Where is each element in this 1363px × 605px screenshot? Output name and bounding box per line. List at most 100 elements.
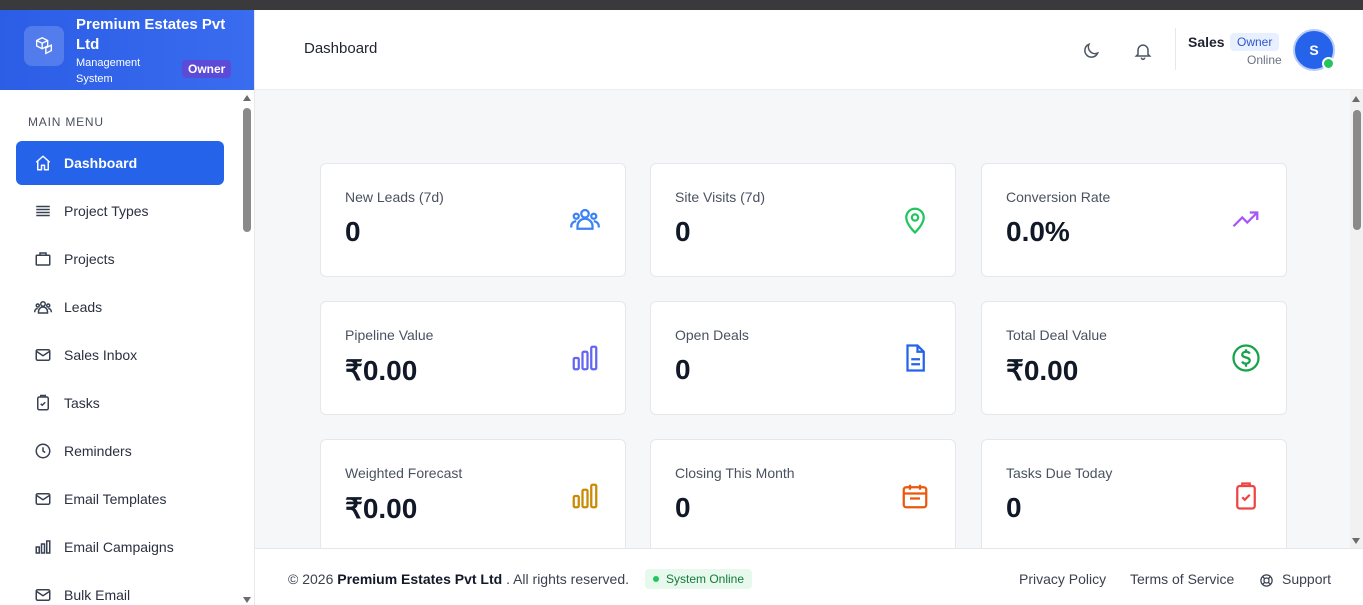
sidebar-item-reminders[interactable]: Reminders xyxy=(16,429,224,473)
stat-label: Site Visits (7d) xyxy=(675,189,765,205)
sidebar-item-tasks[interactable]: Tasks xyxy=(16,381,224,425)
sidebar-item-sales-inbox[interactable]: Sales Inbox xyxy=(16,333,224,377)
copyright-prefix: © 2026 xyxy=(288,571,334,587)
sidebar-item-label: Tasks xyxy=(64,395,100,411)
scroll-up-arrow-icon[interactable] xyxy=(243,95,251,101)
page-title: Dashboard xyxy=(304,40,378,57)
stat-value: ₹0.00 xyxy=(1006,355,1079,386)
top-header: Dashboard Sales Owner Online S xyxy=(255,10,1363,90)
mail-icon xyxy=(34,586,52,604)
stat-value: 0 xyxy=(675,492,691,523)
sidebar-item-label: Leads xyxy=(64,299,103,315)
mail-icon xyxy=(34,346,52,364)
system-status-text: System Online xyxy=(666,572,745,586)
sidebar-item-label: Email Campaigns xyxy=(64,539,174,555)
sidebar-item-label: Project Types xyxy=(64,203,149,219)
stat-value: 0 xyxy=(675,354,691,385)
brand-logo-icon xyxy=(24,26,64,66)
sidebar-item-projects[interactable]: Projects xyxy=(16,237,224,281)
dark-mode-toggle-icon[interactable] xyxy=(1080,40,1102,62)
support-link[interactable]: Support xyxy=(1282,571,1331,587)
brand-role-badge: Owner xyxy=(182,60,232,78)
scroll-down-arrow-icon[interactable] xyxy=(243,597,251,603)
user-status: Online xyxy=(1247,53,1282,67)
stat-label: Closing This Month xyxy=(675,465,795,481)
stat-value: 0.0% xyxy=(1006,216,1070,247)
sidebar-item-dashboard[interactable]: Dashboard xyxy=(16,141,224,185)
sidebar-item-label: Dashboard xyxy=(64,155,138,171)
stat-card-pipeline-value[interactable]: Pipeline Value ₹0.00 xyxy=(320,301,626,415)
calendar-icon xyxy=(899,480,931,512)
main-scrollbar[interactable] xyxy=(1350,90,1363,548)
clipboard-check-icon xyxy=(34,394,52,412)
trending-up-icon xyxy=(1230,204,1262,236)
list-icon xyxy=(34,202,52,220)
scroll-down-arrow-icon[interactable] xyxy=(1352,538,1360,544)
sidebar-item-email-templates[interactable]: Email Templates xyxy=(16,477,224,521)
stat-card-weighted-forecast[interactable]: Weighted Forecast ₹0.00 xyxy=(320,439,626,548)
users-icon xyxy=(569,204,601,236)
user-role-badge: Owner xyxy=(1230,33,1280,51)
brand-header: Premium Estates Pvt Ltd Management Syste… xyxy=(0,10,254,90)
footer-copyright: © 2026 Premium Estates Pvt Ltd . All rig… xyxy=(288,571,629,587)
stat-card-tasks-due-today[interactable]: Tasks Due Today 0 xyxy=(981,439,1287,548)
dollar-circle-icon xyxy=(1230,342,1262,374)
sidebar-item-email-campaigns[interactable]: Email Campaigns xyxy=(16,525,224,569)
scroll-up-arrow-icon[interactable] xyxy=(1352,96,1360,102)
online-status-dot xyxy=(1322,57,1335,70)
sidebar-item-bulk-email[interactable]: Bulk Email xyxy=(16,573,224,605)
stat-value: ₹0.00 xyxy=(345,493,418,524)
stat-value: 0 xyxy=(675,216,691,247)
sidebar-item-label: Reminders xyxy=(64,443,132,459)
stat-value: ₹0.00 xyxy=(345,355,418,386)
support-icon[interactable] xyxy=(1259,573,1274,591)
bar-chart-icon xyxy=(569,342,601,374)
stat-card-new-leads[interactable]: New Leads (7d) 0 xyxy=(320,163,626,277)
stat-label: Tasks Due Today xyxy=(1006,465,1113,481)
notifications-bell-icon[interactable] xyxy=(1132,40,1154,62)
document-icon xyxy=(899,342,931,374)
scrollbar-thumb[interactable] xyxy=(243,108,251,232)
stat-card-open-deals[interactable]: Open Deals 0 xyxy=(650,301,956,415)
clock-icon xyxy=(34,442,52,460)
privacy-policy-link[interactable]: Privacy Policy xyxy=(1019,571,1106,587)
header-divider xyxy=(1175,28,1176,70)
stat-label: Pipeline Value xyxy=(345,327,434,343)
brand-subtitle: Management System xyxy=(76,57,141,85)
home-icon xyxy=(34,154,52,172)
sidebar-item-label: Email Templates xyxy=(64,491,167,507)
stat-label: Open Deals xyxy=(675,327,749,343)
stat-card-total-deal-value[interactable]: Total Deal Value ₹0.00 xyxy=(981,301,1287,415)
stat-card-site-visits[interactable]: Site Visits (7d) 0 xyxy=(650,163,956,277)
users-icon xyxy=(34,298,52,316)
sidebar: Premium Estates Pvt Ltd Management Syste… xyxy=(0,10,255,605)
sidebar-item-label: Sales Inbox xyxy=(64,347,138,363)
sidebar-item-project-types[interactable]: Project Types xyxy=(16,189,224,233)
stat-value: 0 xyxy=(1006,492,1022,523)
briefcase-icon xyxy=(34,250,52,268)
copyright-suffix: . All rights reserved. xyxy=(506,571,630,587)
menu-section-title: MAIN MENU xyxy=(28,115,104,129)
copyright-company: Premium Estates Pvt Ltd xyxy=(337,571,503,587)
sidebar-item-label: Projects xyxy=(64,251,115,267)
stat-label: Weighted Forecast xyxy=(345,465,463,481)
terms-of-service-link[interactable]: Terms of Service xyxy=(1130,571,1234,587)
sidebar-scrollbar[interactable] xyxy=(242,92,252,605)
stat-card-closing-this-month[interactable]: Closing This Month 0 xyxy=(650,439,956,548)
bar-chart-icon xyxy=(569,480,601,512)
mail-icon xyxy=(34,490,52,508)
stat-label: New Leads (7d) xyxy=(345,189,444,205)
footer: © 2026 Premium Estates Pvt Ltd . All rig… xyxy=(255,548,1363,605)
sidebar-menu: Dashboard Project Types Projects Leads S… xyxy=(16,141,224,605)
clipboard-check-icon xyxy=(1230,480,1262,512)
sidebar-item-leads[interactable]: Leads xyxy=(16,285,224,329)
status-dot-icon xyxy=(653,576,659,582)
bar-chart-icon xyxy=(34,538,52,556)
stat-value: 0 xyxy=(345,216,361,247)
user-name: Sales xyxy=(1188,34,1225,50)
system-status-badge: System Online xyxy=(645,569,753,589)
scrollbar-thumb[interactable] xyxy=(1353,110,1361,230)
stat-card-conversion-rate[interactable]: Conversion Rate 0.0% xyxy=(981,163,1287,277)
brand-name: Premium Estates Pvt Ltd xyxy=(76,16,226,53)
stat-label: Total Deal Value xyxy=(1006,327,1107,343)
